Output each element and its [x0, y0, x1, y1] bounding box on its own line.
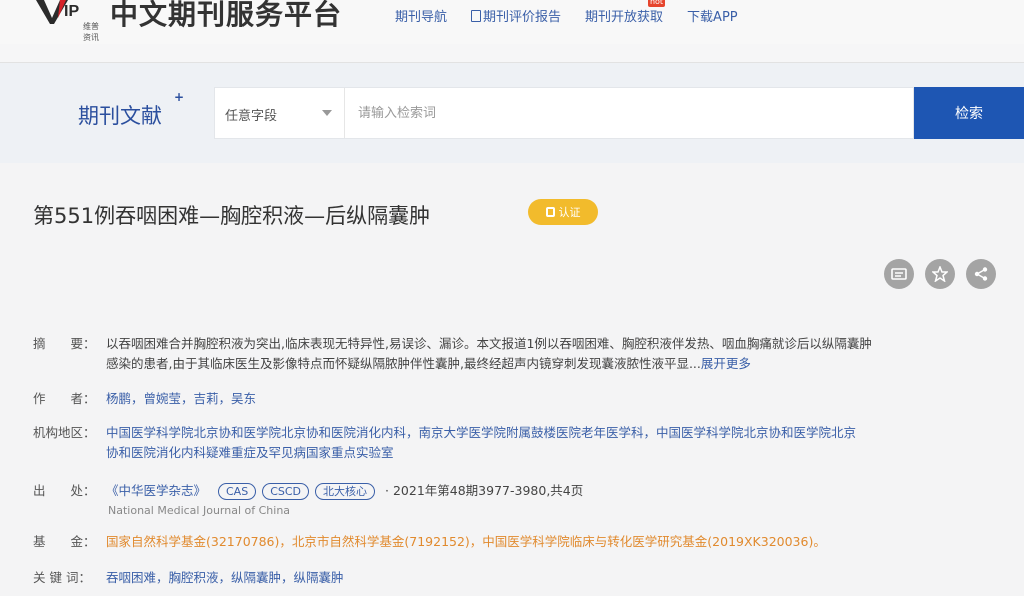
chevron-down-icon	[322, 110, 332, 116]
top-header: IP 维普资讯 中文期刊服务平台 期刊导航 期刊评价报告 期刊开放获取 hot 下…	[0, 0, 1024, 44]
search-box: 任意字段	[214, 87, 914, 139]
expand-more-link[interactable]: 展开更多	[701, 356, 751, 371]
source-text: 《中华医学杂志》 CAS CSCD 北大核心 · 2021年第48期3977-398…	[106, 481, 1006, 521]
cite-icon	[891, 268, 907, 280]
top-nav: 期刊导航 期刊评价报告 期刊开放获取 hot 下载APP	[395, 0, 762, 25]
share-icon	[974, 267, 988, 281]
nav-download-app[interactable]: 下载APP	[687, 6, 738, 25]
hot-badge: hot	[647, 0, 666, 7]
search-band: 期刊文献 + 任意字段 检索	[0, 63, 1024, 163]
abstract-label: 摘 要：	[33, 336, 96, 351]
index-tag-cscd[interactable]: CSCD	[262, 483, 310, 500]
svg-text:IP: IP	[64, 3, 79, 20]
nav-label: 期刊评价报告	[483, 10, 562, 25]
lock-icon	[545, 207, 555, 217]
star-icon	[932, 266, 948, 282]
affiliation-label: 机构地区：	[33, 425, 96, 440]
vip-logo[interactable]: IP 维普资讯	[30, 0, 102, 42]
nav-journal-guide[interactable]: 期刊导航	[395, 6, 447, 25]
abstract-text: 以吞咽困难合并胸腔积液为突出,临床表现无特异性,易误诊、漏诊。本文报道1例以吞咽…	[106, 334, 1006, 374]
certified-badge[interactable]: 认证	[528, 199, 598, 225]
affiliation-text[interactable]: 中国医学科学院北京协和医学院北京协和医院消化内科，南京大学医学院附属鼓楼医院老年…	[106, 423, 1006, 463]
search-button[interactable]: 检索	[914, 87, 1024, 139]
search-field-value: 任意字段	[225, 109, 278, 124]
abstract-line: 以吞咽困难合并胸腔积液为突出,临床表现无特异性,易误诊、漏诊。本文报道1例以吞咽…	[106, 336, 872, 351]
journal-link[interactable]: 《中华医学杂志》	[106, 483, 206, 498]
nav-label: 下载APP	[687, 10, 738, 25]
nav-open-access[interactable]: 期刊开放获取 hot	[585, 0, 666, 25]
search-section-label[interactable]: 期刊文献	[78, 100, 162, 130]
abstract-line-2: 感染的患者,由于其临床医生及影像特点而怀疑纵隔脓肿伴性囊肿,最终经超声内镜穿刺发…	[106, 354, 1006, 374]
share-button[interactable]	[966, 259, 996, 289]
nav-journal-report[interactable]: 期刊评价报告	[471, 6, 561, 25]
article-title: 第551例吞咽困难—胸腔积液—后纵隔囊肿	[33, 204, 431, 228]
search-field-select[interactable]: 任意字段	[215, 88, 345, 138]
issue-info: · 2021年第48期3977-3980,共4页	[385, 483, 584, 498]
nav-label: 期刊导航	[395, 10, 448, 25]
keywords-list[interactable]: 吞咽困难，胸腔积液，纵隔囊肿，纵隔囊肿	[106, 568, 1006, 588]
authors-list[interactable]: 杨鹏，曾婉莹，吉莉，吴东	[106, 389, 1006, 409]
site-title: 中文期刊服务平台	[110, 0, 343, 31]
journal-english-name: National Medical Journal of China	[108, 504, 291, 517]
certified-badge-label: 认证	[558, 206, 581, 219]
report-icon	[471, 9, 482, 22]
article-detail: 第551例吞咽困难—胸腔积液—后纵隔囊肿 认证 摘 要： 以吞咽困难合并胸腔积液…	[0, 163, 1024, 596]
affiliation-line: 中国医学科学院北京协和医学院北京协和医院消化内科，南京大学医学院附属鼓楼医院老年…	[106, 425, 857, 440]
fund-text[interactable]: 国家自然科学基金(32170786)，北京市自然科学基金(7192152)，中国…	[106, 532, 1006, 552]
search-input[interactable]	[346, 88, 906, 138]
fund-label: 基 金：	[33, 534, 96, 549]
affiliation-line-2: 协和医院消化内科疑难重症及罕见病国家重点实验室	[106, 445, 394, 460]
source-label: 出 处：	[33, 483, 96, 498]
keywords-label: 关 键 词：	[33, 570, 91, 585]
plus-icon: +	[174, 90, 185, 104]
index-tag-pku-core[interactable]: 北大核心	[315, 483, 376, 500]
favorite-button[interactable]	[925, 259, 955, 289]
logo-subtitle: 维普资讯	[83, 22, 99, 42]
index-tag-cas[interactable]: CAS	[218, 483, 257, 500]
authors-label: 作 者：	[33, 391, 96, 406]
nav-label: 期刊开放获取	[585, 10, 664, 25]
cite-button[interactable]	[884, 259, 914, 289]
abstract-line-text: 感染的患者,由于其临床医生及影像特点而怀疑纵隔脓肿伴性囊肿,最终经超声内镜穿刺发…	[106, 356, 701, 371]
